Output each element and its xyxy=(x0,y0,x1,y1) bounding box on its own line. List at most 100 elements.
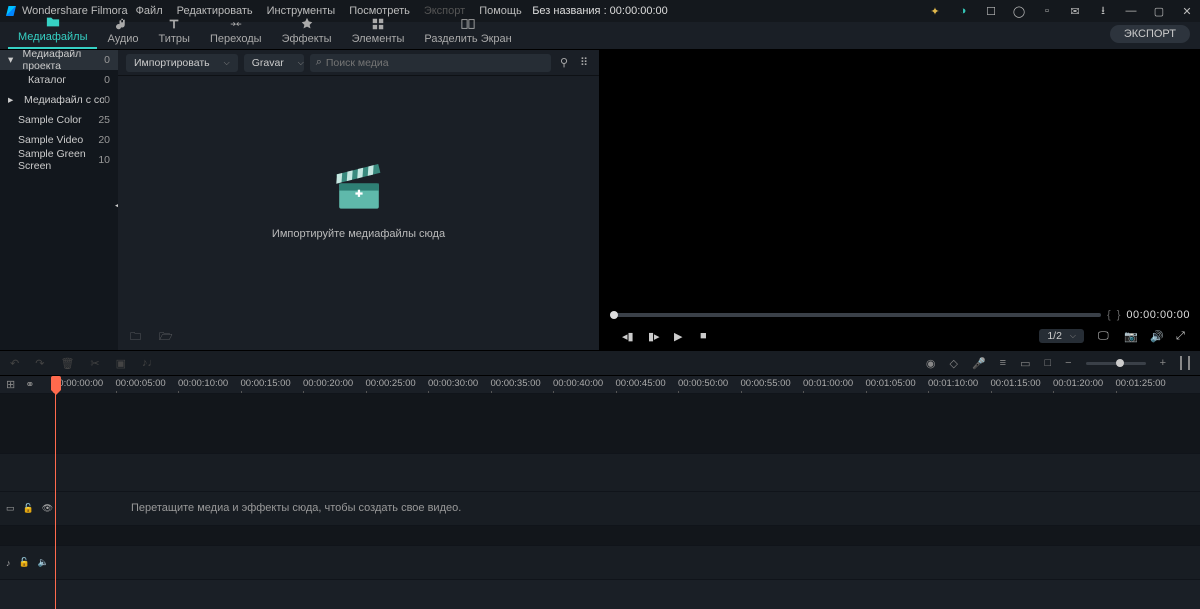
search-input[interactable] xyxy=(326,57,545,69)
sidebar-item-sample-color[interactable]: Sample Color 25 xyxy=(0,110,118,130)
ruler-tick: 00:00:50:00 xyxy=(678,378,728,389)
media-panel: Импортировать⌵ Gravar⌵ ⌕ ⚲ ⠿ xyxy=(118,50,600,350)
search-icon: ⌕ xyxy=(316,56,322,69)
options-icon[interactable]: □ xyxy=(1044,357,1051,369)
add-track-icon[interactable]: ⊞ xyxy=(6,378,15,391)
download-icon[interactable]: ⭳ xyxy=(1096,2,1110,21)
snapshot-icon[interactable]: 📷 xyxy=(1124,330,1136,342)
quality-icon[interactable]: 🖵 xyxy=(1098,330,1110,342)
tab-audio[interactable]: Аудио xyxy=(97,15,148,49)
zoom-thumb[interactable] xyxy=(1116,359,1124,367)
overlay-track[interactable] xyxy=(0,394,1200,454)
headphones-icon[interactable]: ◑ xyxy=(956,5,970,17)
ruler-tick: 00:00:55:00 xyxy=(741,378,791,389)
chevron-down-icon: ⌵ xyxy=(1070,331,1076,341)
playhead[interactable] xyxy=(55,376,57,609)
marker-icon[interactable]: ◇ xyxy=(949,357,957,370)
zoom-out-icon[interactable]: − xyxy=(1065,357,1071,369)
track-visibility-icon[interactable]: ▭ xyxy=(6,503,15,514)
prev-frame-icon[interactable]: ◂▮ xyxy=(622,330,634,342)
drop-hint-text: Импортируйте медиафайлы сюда xyxy=(272,228,445,240)
audio-adjust-icon[interactable]: ♪♩ xyxy=(142,357,159,369)
media-drop-zone[interactable]: Импортируйте медиафайлы сюда xyxy=(118,76,599,324)
open-folder-icon[interactable]: 🗁 xyxy=(159,328,173,347)
split-icon[interactable]: ✂ xyxy=(90,357,99,370)
tab-effects[interactable]: Эффекты xyxy=(272,15,342,49)
sidebar-item-catalog[interactable]: Каталог 0 xyxy=(0,70,118,90)
render-icon[interactable]: ▭ xyxy=(1020,357,1030,370)
redo-icon[interactable]: ↷ xyxy=(35,357,44,370)
chevron-down-icon: ▾ xyxy=(8,54,15,66)
zoom-in-icon[interactable]: + xyxy=(1160,357,1166,369)
ruler-tick: 00:00:25:00 xyxy=(366,378,416,389)
sidebar-item-project-media[interactable]: ▾Медиафайл проекта 0 xyxy=(0,50,118,70)
maximize-icon[interactable]: ▢ xyxy=(1152,5,1166,18)
ruler-tick: 00:01:25:00 xyxy=(1116,378,1166,389)
import-dropdown[interactable]: Импортировать⌵ xyxy=(126,54,238,72)
account-icon[interactable]: ◯ xyxy=(1012,5,1026,18)
mark-in-icon[interactable]: { xyxy=(1107,309,1111,321)
track-audio-icon[interactable]: ♪ xyxy=(6,558,11,568)
folder-actions: 🗀 🗁 xyxy=(118,324,599,350)
record-voiceover-icon[interactable]: ◉ xyxy=(926,357,936,370)
record-dropdown[interactable]: Gravar⌵ xyxy=(244,54,304,72)
tab-titles[interactable]: Титры xyxy=(149,15,200,49)
sidebar-item-shared-media[interactable]: ▸Медиафайл с совмест 0 xyxy=(0,90,118,110)
delete-icon[interactable]: 🗑 xyxy=(60,357,74,370)
ruler-tick: 00:00:35:00 xyxy=(491,378,541,389)
ruler-tick: 00:00:45:00 xyxy=(616,378,666,389)
lightbulb-icon[interactable]: ✦ xyxy=(928,5,942,18)
fullscreen-icon[interactable]: ⤢ xyxy=(1176,330,1188,342)
volume-icon[interactable]: 🔊 xyxy=(1150,330,1162,342)
chevron-down-icon: ⌵ xyxy=(224,58,230,68)
track-mute-icon[interactable]: 🔈 xyxy=(38,557,49,568)
save-icon[interactable]: ▫ xyxy=(1040,5,1054,17)
ruler-tick: 00:01:20:00 xyxy=(1053,378,1103,389)
zoom-slider[interactable] xyxy=(1086,362,1146,365)
sidebar-item-sample-video[interactable]: Sample Video 20 xyxy=(0,130,118,150)
mixer-icon[interactable]: ≡ xyxy=(1000,357,1006,369)
mail-icon[interactable]: ✉ xyxy=(1068,5,1082,18)
next-frame-icon[interactable]: ▮▸ xyxy=(648,330,660,342)
mark-out-icon[interactable]: } xyxy=(1117,309,1121,321)
mic-icon[interactable]: 🎤 xyxy=(972,357,986,370)
timeline-ruler[interactable]: ⊞ ⚭ 00:00:00:0000:00:05:0000:00:10:0000:… xyxy=(0,376,1200,394)
text-icon xyxy=(167,17,181,31)
project-title: Без названия : 00:00:00:00 xyxy=(532,5,668,17)
text-track[interactable] xyxy=(0,454,1200,492)
close-icon[interactable]: ✕ xyxy=(1180,5,1194,18)
scrub-thumb[interactable] xyxy=(610,311,618,319)
grid-view-icon[interactable]: ⠿ xyxy=(577,56,591,69)
undo-icon[interactable]: ↶ xyxy=(10,357,19,370)
crop-icon[interactable]: ▣ xyxy=(116,357,126,370)
zoom-fit-icon[interactable] xyxy=(1180,356,1190,370)
ruler-tick: 00:00:30:00 xyxy=(428,378,478,389)
tab-elements[interactable]: Элементы xyxy=(342,15,415,49)
video-track[interactable]: ▭ 🔓 👁 Перетащите медиа и эффекты сюда, ч… xyxy=(0,492,1200,526)
gift-icon[interactable]: ☐ xyxy=(984,5,998,18)
track-lock-icon[interactable]: 🔓 xyxy=(23,503,34,514)
export-button[interactable]: ЭКСПОРТ xyxy=(1110,25,1190,43)
stop-icon[interactable]: ■ xyxy=(700,330,712,342)
track-lock-icon[interactable]: 🔓 xyxy=(19,557,30,568)
scale-dropdown[interactable]: 1/2⌵ xyxy=(1039,329,1084,343)
tab-splitscreen[interactable]: Разделить Экран xyxy=(414,15,521,49)
minimize-icon[interactable]: — xyxy=(1124,5,1138,17)
tab-transitions[interactable]: Переходы xyxy=(200,15,272,49)
filter-icon[interactable]: ⚲ xyxy=(557,56,571,69)
sidebar-item-sample-green[interactable]: Sample Green Screen 10 xyxy=(0,150,118,170)
new-folder-icon[interactable]: 🗀 xyxy=(130,328,141,347)
play-icon[interactable]: ▶ xyxy=(674,330,686,342)
tab-media[interactable]: Медиафайлы xyxy=(8,13,97,49)
transition-icon xyxy=(229,17,243,31)
video-viewport[interactable] xyxy=(600,50,1200,308)
elements-icon xyxy=(371,17,385,31)
search-box[interactable]: ⌕ xyxy=(310,54,551,72)
ruler-tick: 00:01:15:00 xyxy=(991,378,1041,389)
scrub-track[interactable] xyxy=(610,313,1101,317)
track-eye-icon[interactable]: 👁 xyxy=(42,503,53,514)
link-icon[interactable]: ⚭ xyxy=(25,378,34,391)
audio-track[interactable]: ♪ 🔓 🔈 xyxy=(0,546,1200,580)
timeline-toolbar: ↶ ↷ 🗑 ✂ ▣ ♪♩ ◉ ◇ 🎤 ≡ ▭ □ − + xyxy=(0,350,1200,376)
ruler-tick: 00:00:15:00 xyxy=(241,378,291,389)
